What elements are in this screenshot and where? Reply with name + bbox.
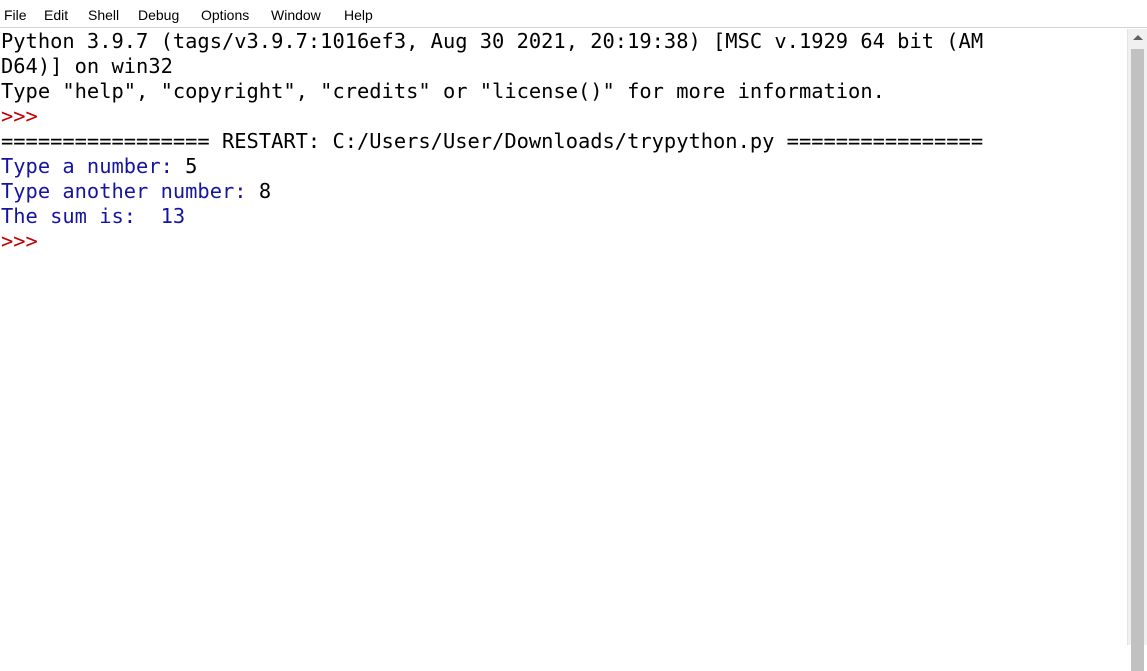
menu-options[interactable]: Options xyxy=(201,6,249,24)
banner-help-line: Type "help", "copyright", "credits" or "… xyxy=(1,79,885,103)
scrollbar-thumb[interactable] xyxy=(1131,49,1144,671)
input-line: Type another number: 8 xyxy=(1,179,271,204)
stdin-value: 8 xyxy=(258,179,272,203)
menu-window[interactable]: Window xyxy=(271,6,321,24)
shell-prompt: >>> xyxy=(1,104,38,128)
menu-help[interactable]: Help xyxy=(344,6,373,24)
scroll-up-arrow-icon[interactable] xyxy=(1133,35,1143,40)
shell-text-area[interactable]: Python 3.9.7 (tags/v3.9.7:1016ef3, Aug 3… xyxy=(0,29,1127,645)
banner-line: D64)] on win32 xyxy=(1,54,173,78)
menu-shell[interactable]: Shell xyxy=(88,6,119,24)
stdout-output: The sum is: 13 xyxy=(1,204,186,228)
stdin-value: 5 xyxy=(185,154,198,178)
menu-bar: File Edit Shell Debug Options Window Hel… xyxy=(0,0,1147,28)
input-line: Type a number: 5 xyxy=(1,154,197,179)
restart-line: ================= RESTART: C:/Users/User… xyxy=(1,129,984,153)
stdout-text: Type another number: xyxy=(1,179,259,203)
menu-file[interactable]: File xyxy=(4,6,27,24)
stdout-text: Type a number: xyxy=(1,154,186,178)
vertical-scrollbar[interactable] xyxy=(1127,29,1147,671)
shell-prompt-active[interactable]: >>> xyxy=(1,229,38,254)
menu-edit[interactable]: Edit xyxy=(44,6,68,24)
menu-debug[interactable]: Debug xyxy=(138,6,179,24)
banner-line: Python 3.9.7 (tags/v3.9.7:1016ef3, Aug 3… xyxy=(1,29,984,53)
